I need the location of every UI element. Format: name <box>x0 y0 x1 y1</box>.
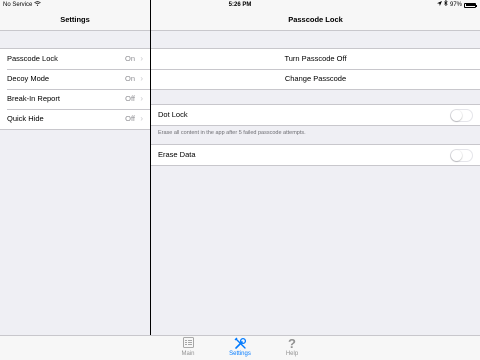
toggle-knob <box>451 150 462 161</box>
erase-data-toggle[interactable] <box>450 149 473 162</box>
settings-item-label: Passcode Lock <box>7 54 58 63</box>
master-nav-bar: Settings <box>0 10 150 31</box>
settings-item-break-in-report[interactable]: Break-In Report Off › <box>0 89 150 109</box>
location-arrow-icon <box>436 0 442 10</box>
status-bar: No Service 5:26 PM 97% <box>0 0 480 10</box>
settings-item-label: Break-In Report <box>7 94 60 103</box>
master-title: Settings <box>60 15 90 24</box>
battery-percent: 97% <box>449 2 462 8</box>
tab-settings[interactable]: Settings <box>220 337 260 357</box>
settings-list: Passcode Lock On › Decoy Mode On › Break… <box>0 48 150 130</box>
dot-lock-toggle[interactable] <box>450 109 473 122</box>
settings-master-pane: Settings Passcode Lock On › Decoy Mode O… <box>0 10 150 335</box>
settings-item-passcode-lock[interactable]: Passcode Lock On › <box>0 49 150 69</box>
chevron-right-icon: › <box>140 54 143 63</box>
detail-nav-bar: Passcode Lock <box>151 10 480 31</box>
tab-help[interactable]: ? Help <box>272 336 312 358</box>
dot-lock-label: Dot Lock <box>158 110 188 119</box>
settings-item-value: Off <box>125 94 135 103</box>
settings-item-value: On <box>124 54 135 63</box>
settings-item-decoy-mode[interactable]: Decoy Mode On › <box>0 69 150 89</box>
erase-data-label: Erase Data <box>158 150 196 159</box>
bluetooth-icon <box>444 0 448 10</box>
settings-item-value: On <box>124 74 135 83</box>
chevron-right-icon: › <box>140 74 143 83</box>
turn-passcode-off-button[interactable]: Turn Passcode Off <box>151 49 480 69</box>
tab-label: Main <box>181 351 195 357</box>
settings-item-quick-hide[interactable]: Quick Hide Off › <box>0 109 150 129</box>
toggle-knob <box>451 110 462 121</box>
change-passcode-button[interactable]: Change Passcode <box>151 69 480 89</box>
tab-label: Help <box>285 351 299 357</box>
battery-icon <box>464 2 477 8</box>
tab-label: Settings <box>229 351 251 357</box>
settings-item-label: Decoy Mode <box>7 74 50 83</box>
detail-title: Passcode Lock <box>288 15 343 24</box>
status-icons: 97% <box>436 0 477 10</box>
question-icon: ? <box>288 336 296 351</box>
tab-main[interactable]: Main <box>168 337 208 357</box>
settings-item-label: Quick Hide <box>7 114 44 123</box>
dot-lock-footnote: Erase all content in the app after 5 fai… <box>158 130 306 136</box>
passcode-detail-pane: Passcode Lock Turn Passcode Off Change P… <box>151 10 480 335</box>
clock: 5:26 PM <box>228 2 252 8</box>
tab-bar: Main Settings ? Help <box>0 335 480 360</box>
settings-item-value: Off <box>125 114 135 123</box>
list-icon <box>168 337 208 351</box>
tools-icon <box>220 337 260 351</box>
passcode-actions-group: Turn Passcode Off Change Passcode <box>151 48 480 90</box>
dot-lock-row: Dot Lock <box>151 104 480 126</box>
chevron-right-icon: › <box>140 94 143 103</box>
erase-data-row: Erase Data <box>151 144 480 166</box>
chevron-right-icon: › <box>140 114 143 123</box>
